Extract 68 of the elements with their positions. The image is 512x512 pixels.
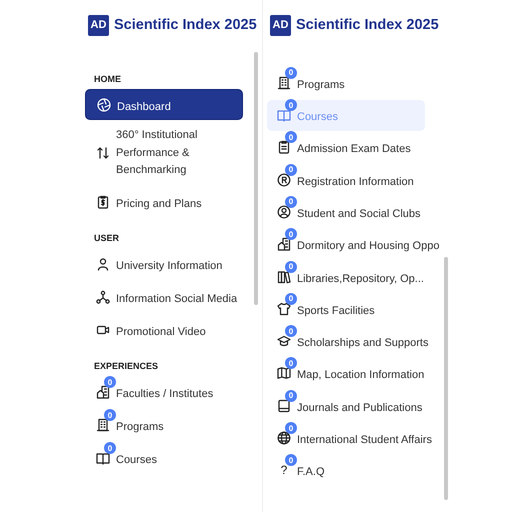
- count-badge: 0: [285, 325, 297, 338]
- count-badge: 0: [285, 99, 297, 112]
- menu-item[interactable]: 0 Registration Information: [267, 164, 425, 196]
- menu-item[interactable]: Dashboard: [85, 89, 243, 120]
- buildings-icon: [277, 237, 291, 252]
- menu-item[interactable]: Promotional Video: [85, 314, 243, 346]
- count-badge: 0: [104, 442, 116, 454]
- menu-item[interactable]: Information Social Media: [85, 282, 243, 312]
- video-camera-icon: [96, 323, 110, 337]
- count-badge: 0: [104, 409, 116, 421]
- swap-arrows-icon: [96, 146, 110, 160]
- menu-item[interactable]: 360° Institutional Performance & Benchmarking: [85, 122, 243, 184]
- question-mark-icon: ?: [280, 463, 288, 478]
- building-icon: [96, 418, 110, 432]
- menu-item[interactable]: 0 Journals and Publications: [267, 390, 425, 422]
- menu-item[interactable]: 0 Faculties / Institutes: [85, 376, 243, 408]
- menu-item[interactable]: ? 0 F.A.Q: [267, 454, 425, 486]
- map-icon: [277, 366, 291, 380]
- scrollbar[interactable]: [254, 52, 258, 305]
- person-icon: [96, 257, 110, 271]
- count-badge: 0: [104, 376, 116, 388]
- menu-item[interactable]: 0 International Student Affairs: [267, 422, 434, 454]
- count-badge: 0: [285, 228, 297, 240]
- building-icon: [277, 76, 291, 90]
- globe-icon: [277, 431, 291, 446]
- person-circle-icon: [277, 204, 291, 219]
- menu-item[interactable]: 0 Courses: [85, 442, 243, 474]
- count-badge: 0: [285, 66, 297, 79]
- count-badge: 0: [285, 196, 297, 208]
- count-badge: 0: [285, 390, 297, 402]
- section-heading: EXPERIENCES: [93, 360, 160, 373]
- menu-item[interactable]: 0 Courses: [267, 100, 425, 131]
- buildings-icon: [96, 385, 110, 399]
- section-heading: HOME: [93, 72, 122, 86]
- menu-item[interactable]: 0 Libraries,Repository, Op...: [267, 261, 426, 292]
- books-icon: [277, 270, 291, 284]
- menu-item[interactable]: 0 Student and Social Clubs: [267, 196, 425, 228]
- aperture-icon: [97, 98, 111, 112]
- graduation-cap-icon: [277, 334, 291, 348]
- clipboard-icon: [277, 140, 291, 154]
- count-badge: 0: [285, 164, 297, 176]
- app-title: Scientific Index 2025: [114, 17, 257, 33]
- menu-item[interactable]: 0 Programs: [267, 67, 425, 98]
- count-badge: 0: [285, 357, 297, 370]
- count-badge: 0: [285, 422, 297, 434]
- menu-item[interactable]: Pricing and Plans: [85, 186, 243, 218]
- app-title: Scientific Index 2025: [296, 17, 439, 33]
- menu-item[interactable]: 0 Dormitory and Housing Oppo: [267, 228, 442, 260]
- menu-item[interactable]: 0 Sports Facilities: [267, 293, 425, 324]
- count-badge: 0: [285, 454, 297, 466]
- logo: AD: [88, 14, 109, 36]
- network-icon: [96, 290, 110, 304]
- shirt-icon: [277, 302, 291, 316]
- menu-item[interactable]: 0 Programs: [85, 410, 243, 440]
- section-heading: USER: [93, 232, 120, 245]
- count-badge: 0: [285, 131, 297, 144]
- book-icon: [277, 398, 291, 413]
- count-badge: 0: [285, 292, 297, 305]
- clipboard-icon: [96, 195, 110, 209]
- menu-item[interactable]: 0 Admission Exam Dates: [267, 132, 425, 163]
- menu-item[interactable]: 0 Map, Location Information: [267, 358, 426, 389]
- menu-item[interactable]: 0 Scholarships and Supports: [267, 326, 430, 357]
- menu-item[interactable]: University Information: [85, 248, 243, 280]
- count-badge: 0: [285, 260, 297, 273]
- logo: AD: [270, 14, 291, 36]
- scrollbar[interactable]: [444, 257, 448, 500]
- book-icon: [277, 108, 291, 122]
- book-icon: [96, 451, 110, 465]
